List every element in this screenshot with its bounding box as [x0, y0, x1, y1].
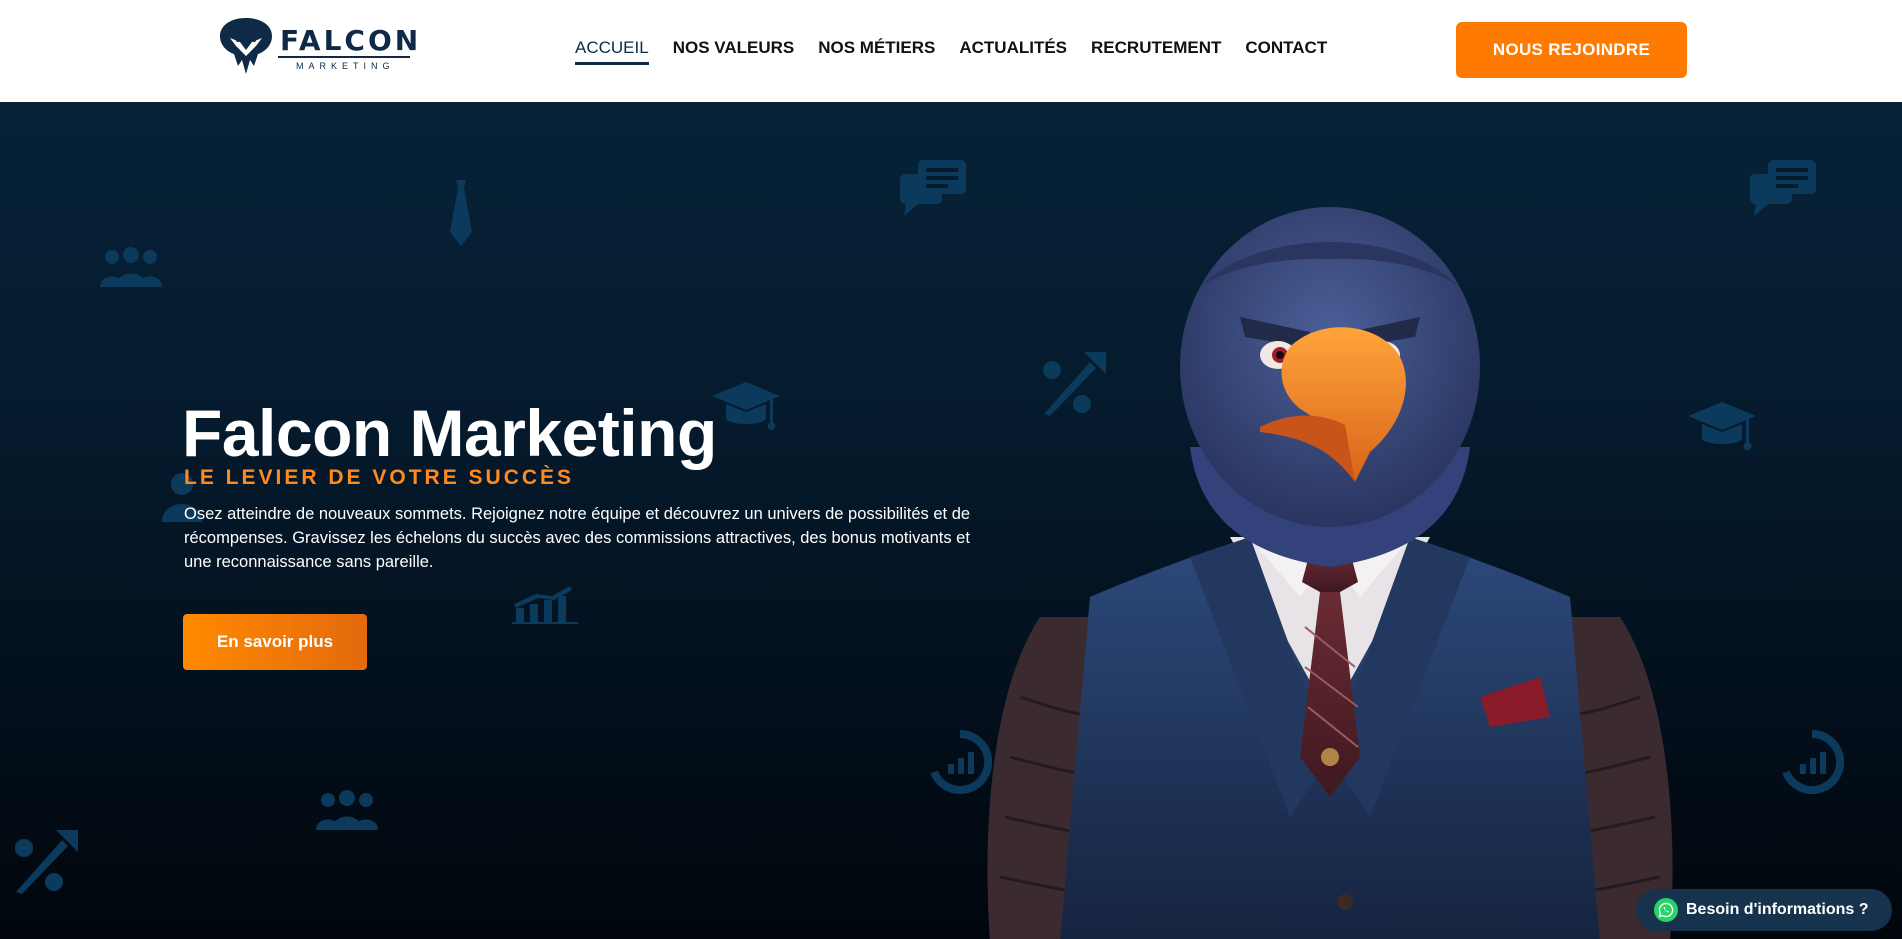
join-button[interactable]: NOUS REJOINDRE [1456, 22, 1687, 78]
nav-item-contact[interactable]: CONTACT [1245, 38, 1327, 65]
hero-subtitle: LE LEVIER DE VOTRE SUCCÈS [184, 466, 575, 489]
whatsapp-icon [1654, 898, 1678, 922]
brand-divider [278, 56, 410, 58]
hero-section: Falcon Marketing LE LEVIER DE VOTRE SUCC… [0, 102, 1902, 939]
nav-item-nos-metiers[interactable]: NOS MÉTIERS [818, 38, 935, 65]
brand-tagline: MARKETING [296, 61, 395, 71]
nav-item-actualites[interactable]: ACTUALITÉS [959, 38, 1067, 65]
chat-icon [1750, 160, 1816, 216]
tie-icon [450, 180, 472, 246]
main-nav: ACCUEIL NOS VALEURS NOS MÉTIERS ACTUALIT… [575, 38, 1327, 65]
bar-chart-growth-icon [512, 586, 578, 624]
graduation-cap-icon [712, 382, 780, 430]
hero-title: Falcon Marketing [182, 396, 717, 470]
percent-growth-icon [15, 830, 78, 894]
chat-icon [900, 160, 966, 216]
falcon-logo-icon [220, 18, 272, 74]
brand-logo[interactable]: FALCON MARKETING [216, 16, 418, 82]
whatsapp-label: Besoin d'informations ? [1686, 901, 1869, 918]
whatsapp-contact-button[interactable]: Besoin d'informations ? [1636, 889, 1892, 931]
nav-item-accueil[interactable]: ACCUEIL [575, 38, 649, 65]
learn-more-button[interactable]: En savoir plus [183, 614, 367, 670]
hero-description: Osez atteindre de nouveaux sommets. Rejo… [184, 505, 971, 571]
donut-chart-icon [1782, 730, 1844, 794]
brand-name: FALCON [280, 24, 422, 57]
team-icon [100, 247, 162, 287]
nav-item-nos-valeurs[interactable]: NOS VALEURS [673, 38, 795, 65]
falcon-in-suit-illustration [987, 207, 1673, 939]
site-header: FALCON MARKETING ACCUEIL NOS VALEURS NOS… [0, 0, 1902, 102]
nav-item-recrutement[interactable]: RECRUTEMENT [1091, 38, 1221, 65]
team-icon [316, 790, 378, 830]
